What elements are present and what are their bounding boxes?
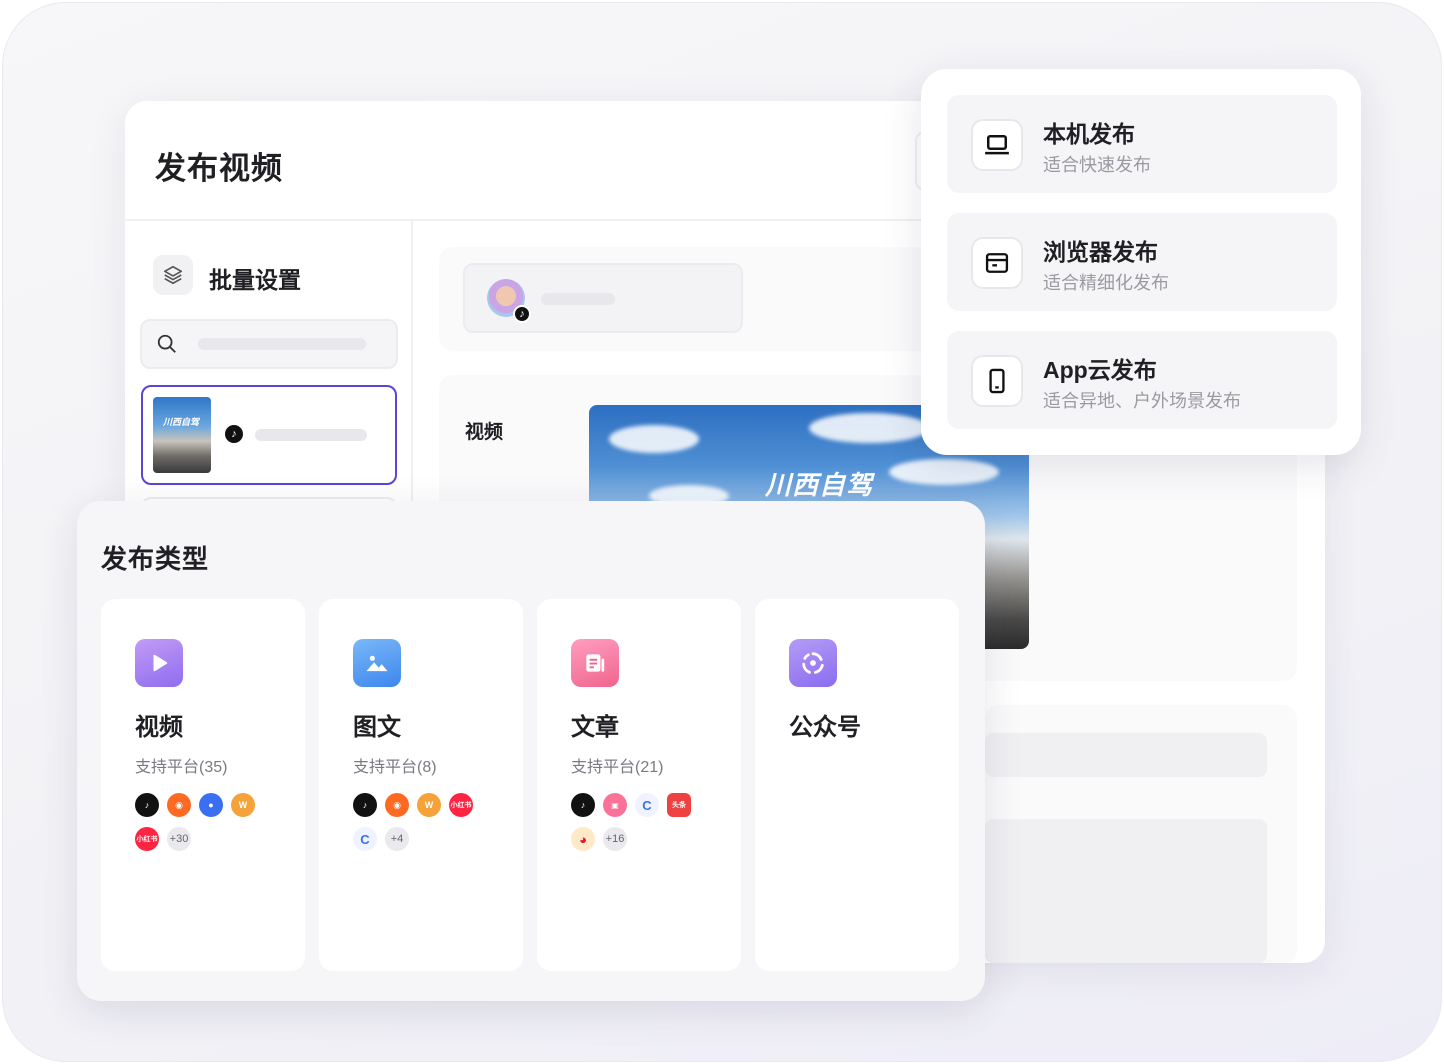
toutiao-icon: 头条 bbox=[667, 793, 691, 817]
thumbnail-title: 川西自驾 bbox=[163, 417, 200, 427]
publish-type-heading: 发布类型 bbox=[101, 544, 210, 574]
video-thumbnail: 川西自驾 bbox=[153, 397, 211, 473]
type-card-article[interactable]: 文章 支持平台(21) ♪ ▣ C 头条 ◕ +16 bbox=[537, 599, 741, 971]
wechat-official-icon bbox=[789, 639, 837, 687]
option-title: App云发布 bbox=[1043, 357, 1157, 383]
platform-icons: ♪ ◉ W 小红书 C +4 bbox=[353, 793, 503, 851]
image-icon bbox=[353, 639, 401, 687]
type-name: 视频 bbox=[135, 714, 183, 741]
baijiahao-icon: C bbox=[635, 793, 659, 817]
supported-platforms-count: 支持平台(8) bbox=[353, 759, 437, 776]
form-input[interactable] bbox=[985, 733, 1267, 777]
article-icon bbox=[571, 639, 619, 687]
cover-title: 川西自驾 bbox=[765, 470, 874, 500]
type-name: 图文 bbox=[353, 714, 401, 741]
account-selector[interactable]: ♪ bbox=[463, 263, 743, 333]
supported-platforms-count: 支持平台(35) bbox=[135, 759, 228, 776]
layers-icon bbox=[153, 255, 193, 295]
browser-window-icon bbox=[971, 237, 1023, 289]
douyin-icon: ♪ bbox=[353, 793, 377, 817]
kuaishou-icon: ◉ bbox=[167, 793, 191, 817]
douyin-icon: ♪ bbox=[135, 793, 159, 817]
option-title: 本机发布 bbox=[1043, 121, 1135, 147]
type-card-image-text[interactable]: 图文 支持平台(8) ♪ ◉ W 小红书 C +4 bbox=[319, 599, 523, 971]
search-icon bbox=[156, 333, 178, 360]
type-name: 公众号 bbox=[789, 714, 861, 741]
weibo-icon: ◕ bbox=[571, 827, 595, 851]
type-name: 文章 bbox=[571, 714, 619, 741]
more-platforms-badge: +30 bbox=[167, 827, 191, 851]
baidu-icon: ● bbox=[199, 793, 223, 817]
publish-browser-option[interactable]: 浏览器发布 适合精细化发布 bbox=[947, 213, 1337, 311]
xiaohongshu-icon: 小红书 bbox=[449, 793, 473, 817]
option-subtitle: 适合快速发布 bbox=[1043, 155, 1151, 175]
option-title: 浏览器发布 bbox=[1043, 239, 1158, 265]
option-subtitle: 适合精细化发布 bbox=[1043, 273, 1169, 293]
publish-type-panel: 发布类型 视频 支持平台(35) ♪ ◉ ● W 小红书 +30 图文 支持平台… bbox=[77, 501, 985, 1001]
video-list-item[interactable]: 川西自驾 ♪ bbox=[141, 385, 397, 485]
video-label: 视频 bbox=[465, 422, 504, 443]
publish-local-option[interactable]: 本机发布 适合快速发布 bbox=[947, 95, 1337, 193]
supported-platforms-count: 支持平台(21) bbox=[571, 759, 664, 776]
batch-settings-label[interactable]: 批量设置 bbox=[209, 261, 301, 295]
douyin-icon: ♪ bbox=[571, 793, 595, 817]
xigua-icon: W bbox=[231, 793, 255, 817]
xigua-icon: W bbox=[417, 793, 441, 817]
video-play-icon bbox=[135, 639, 183, 687]
page-title: 发布视频 bbox=[155, 151, 283, 186]
publish-method-menu: 本机发布 适合快速发布 浏览器发布 适合精细化发布 App云发布 适合异地、户外… bbox=[921, 69, 1361, 455]
publish-cloud-app-option[interactable]: App云发布 适合异地、户外场景发布 bbox=[947, 331, 1337, 429]
type-card-video[interactable]: 视频 支持平台(35) ♪ ◉ ● W 小红书 +30 bbox=[101, 599, 305, 971]
douyin-icon: ♪ bbox=[223, 423, 245, 445]
kuaishou-icon: ◉ bbox=[385, 793, 409, 817]
background-frame: 发布视频 批量设置 川西自驾 ♪ ♪ 视频 川西自驾 本机发布 适合快速发布 浏… bbox=[2, 2, 1442, 1062]
baijiahao-icon: C bbox=[353, 827, 377, 851]
type-card-official-account[interactable]: 公众号 bbox=[755, 599, 959, 971]
more-platforms-badge: +4 bbox=[385, 827, 409, 851]
douyin-icon: ♪ bbox=[513, 305, 531, 323]
bilibili-icon: ▣ bbox=[603, 793, 627, 817]
search-placeholder-bar bbox=[198, 338, 366, 350]
form-textarea[interactable] bbox=[985, 819, 1267, 963]
more-platforms-badge: +16 bbox=[603, 827, 627, 851]
item-title-bar bbox=[255, 429, 367, 441]
account-name-bar bbox=[541, 293, 615, 305]
xiaohongshu-icon: 小红书 bbox=[135, 827, 159, 851]
laptop-icon bbox=[971, 119, 1023, 171]
platform-icons: ♪ ◉ ● W 小红书 +30 bbox=[135, 793, 285, 851]
option-subtitle: 适合异地、户外场景发布 bbox=[1043, 391, 1241, 411]
platform-icons: ♪ ▣ C 头条 ◕ +16 bbox=[571, 793, 721, 851]
phone-icon bbox=[971, 355, 1023, 407]
search-input[interactable] bbox=[140, 319, 398, 369]
